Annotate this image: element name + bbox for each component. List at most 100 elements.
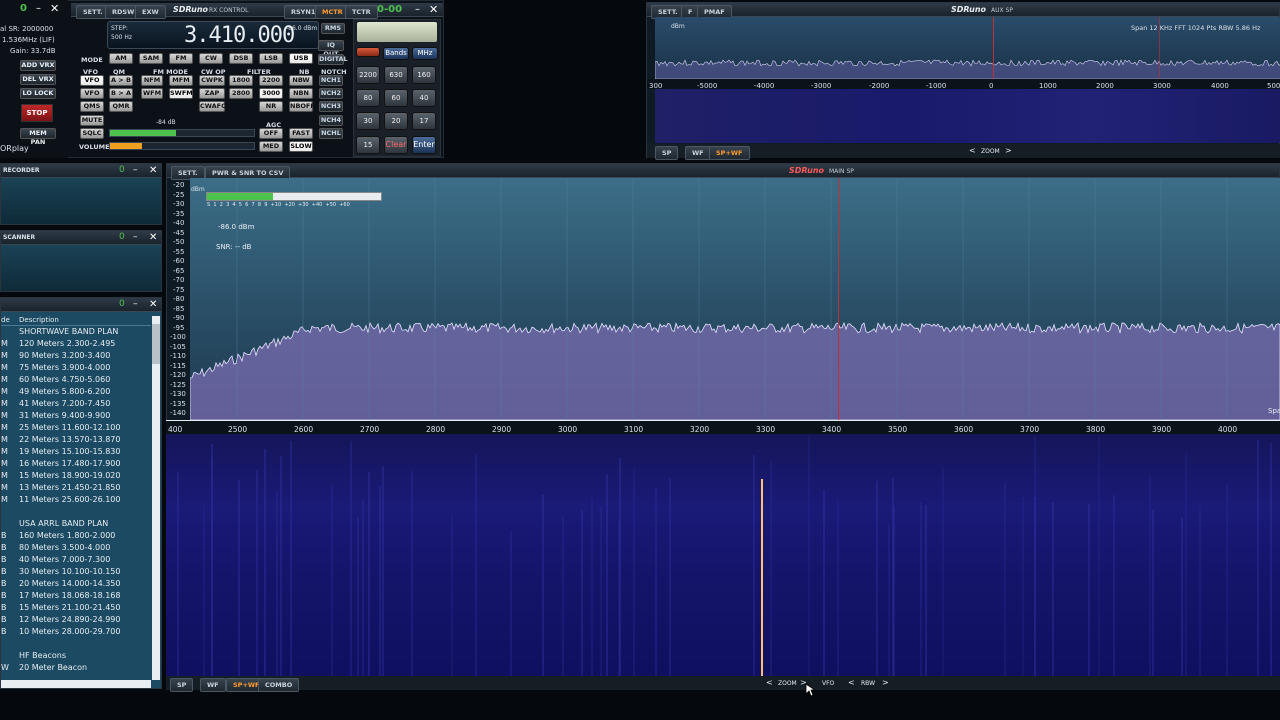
list-item[interactable]: M 120 Meters 2.300-2.495 xyxy=(1,338,151,350)
close-icon[interactable]: ✕ xyxy=(429,3,438,16)
mode-cw[interactable]: CW xyxy=(199,53,223,64)
agc-med-button[interactable]: MED xyxy=(259,141,283,152)
link-icon-memory[interactable]: 0 xyxy=(119,299,125,309)
aux-tab-wf[interactable]: WF xyxy=(685,146,711,160)
aux-zoom-right-icon[interactable]: > xyxy=(1005,146,1012,155)
zap-button[interactable]: ZAP xyxy=(199,88,225,99)
tab-tctr[interactable]: TCTR xyxy=(345,5,378,19)
list-item[interactable] xyxy=(1,506,151,518)
minimize-icon[interactable]: – xyxy=(415,4,420,15)
col-description[interactable]: Description xyxy=(19,316,59,324)
aux-zoom-left-icon[interactable]: < xyxy=(969,146,976,155)
sqlc-slider[interactable] xyxy=(109,129,255,137)
a-to-b-button[interactable]: A > B xyxy=(109,75,133,86)
sqlc-button[interactable]: SQLC xyxy=(80,128,104,139)
nbn-button[interactable]: NBN xyxy=(289,88,313,99)
tab-exw[interactable]: EXW xyxy=(135,5,166,19)
list-item[interactable] xyxy=(1,638,151,650)
agc-slow-button[interactable]: SLOW xyxy=(289,141,313,152)
memory-scrollbar[interactable] xyxy=(152,316,160,680)
agc-fast-button[interactable]: FAST xyxy=(289,128,313,139)
enter-button[interactable]: Enter xyxy=(412,136,436,154)
link-icon-scanner[interactable]: 0 xyxy=(119,232,125,242)
del-vrx-button[interactable]: DEL VRX xyxy=(20,74,56,85)
nboff-button[interactable]: NBOFF xyxy=(289,101,315,112)
list-item[interactable]: B 80 Meters 3.500-4.000 xyxy=(1,542,151,554)
nbw-button[interactable]: NBW xyxy=(289,75,313,86)
list-item[interactable]: B 160 Meters 1.800-2.000 xyxy=(1,530,151,542)
vfo-marker[interactable] xyxy=(838,178,839,420)
step-value[interactable]: 500 Hz xyxy=(111,34,132,41)
list-item[interactable]: B 10 Meters 28.000-29.700 xyxy=(1,626,151,638)
minimize-icon-recorder[interactable]: – xyxy=(133,165,138,175)
minimize-icon-main[interactable]: – xyxy=(36,3,41,14)
list-item[interactable]: B 30 Meters 10.100-10.150 xyxy=(1,566,151,578)
list-item[interactable]: M 75 Meters 3.900-4.000 xyxy=(1,362,151,374)
link-icon-main[interactable]: 0 xyxy=(20,3,27,14)
key-60[interactable]: 60 xyxy=(384,89,408,107)
key-40[interactable]: 40 xyxy=(412,89,436,107)
nr-button[interactable]: NR xyxy=(259,101,283,112)
mute-button[interactable]: MUTE xyxy=(80,115,104,126)
rbw-right-icon[interactable]: > xyxy=(882,678,889,687)
aux-tab-sp[interactable]: SP xyxy=(655,146,679,160)
vfo-a-button[interactable]: VFO A xyxy=(80,75,104,93)
nfm-button[interactable]: NFM xyxy=(141,75,163,86)
close-icon-memory[interactable]: ✕ xyxy=(149,299,157,310)
mode-fm[interactable]: FM xyxy=(169,53,193,64)
volume-slider[interactable] xyxy=(109,142,255,150)
list-item[interactable]: M 49 Meters 5.800-6.200 xyxy=(1,386,151,398)
key-15[interactable]: 15 xyxy=(356,136,380,154)
bands-button[interactable]: Bands xyxy=(383,47,409,60)
b-to-a-button[interactable]: B > A xyxy=(109,88,133,99)
list-item[interactable]: B 15 Meters 21.100-21.450 xyxy=(1,602,151,614)
close-icon-scanner[interactable]: ✕ xyxy=(149,232,157,243)
mode-sam[interactable]: SAM xyxy=(139,53,163,64)
mfm-button[interactable]: MFM xyxy=(169,75,193,86)
swfm-button[interactable]: SWFM xyxy=(169,88,193,99)
clear-button[interactable]: Clear xyxy=(384,136,408,154)
qms-button[interactable]: QMS xyxy=(80,101,104,112)
key-80[interactable]: 80 xyxy=(356,89,380,107)
lo-lock-button[interactable]: LO LOCK xyxy=(20,88,56,99)
main-tab-wf[interactable]: WF xyxy=(200,678,226,692)
key-2200[interactable]: 2200 xyxy=(356,66,380,84)
filter-2800-button[interactable]: 2800 xyxy=(229,88,253,99)
cwpk-button[interactable]: CWPK xyxy=(199,75,225,86)
list-item[interactable]: SHORTWAVE BAND PLAN xyxy=(1,326,151,338)
add-vrx-button[interactable]: ADD VRX xyxy=(20,60,56,71)
list-item[interactable]: M 19 Meters 15.100-15.830 xyxy=(1,446,151,458)
aux-tab-spwf[interactable]: SP+WF xyxy=(709,146,750,160)
wfm-button[interactable]: WFM xyxy=(141,88,163,99)
list-item[interactable]: M 11 Meters 25.600-26.100 xyxy=(1,494,151,506)
nch3-button[interactable]: NCH3 xyxy=(319,101,343,112)
list-item[interactable]: HF Beacons xyxy=(1,650,151,662)
mhz-button[interactable]: MHz xyxy=(412,47,438,60)
mem-pan-button[interactable]: MEM PAN xyxy=(20,128,56,146)
list-item[interactable]: M 31 Meters 9.400-9.900 xyxy=(1,410,151,422)
mode-am[interactable]: AM xyxy=(109,53,133,64)
mode-lsb[interactable]: LSB xyxy=(259,53,283,64)
frequency-display[interactable]: STEP: 500 Hz 3.410.000 -86.0 dBm xyxy=(107,21,319,49)
list-item[interactable]: M 25 Meters 11.600-12.100 xyxy=(1,422,151,434)
filter-3000-button[interactable]: 3000 xyxy=(259,88,283,99)
memory-scroll-thumb[interactable] xyxy=(152,324,160,364)
minimize-icon-memory[interactable]: – xyxy=(133,299,138,309)
link-icon[interactable]: 0-00 xyxy=(377,4,402,15)
vfo-b-button[interactable]: VFO B xyxy=(80,88,104,106)
filter-1800-button[interactable]: 1800 xyxy=(229,75,253,86)
main-tab-sp[interactable]: SP xyxy=(170,678,194,692)
col-code[interactable]: de xyxy=(1,316,10,324)
key-630[interactable]: 630 xyxy=(384,66,408,84)
close-icon-recorder[interactable]: ✕ xyxy=(149,165,157,176)
list-item[interactable]: B 17 Meters 18.068-18.168 xyxy=(1,590,151,602)
keypad-red-key[interactable] xyxy=(356,47,380,57)
list-item[interactable]: B 12 Meters 24.890-24.990 xyxy=(1,614,151,626)
list-item[interactable]: M 41 Meters 7.200-7.450 xyxy=(1,398,151,410)
nch4-button[interactable]: NCH4 xyxy=(319,115,343,126)
filter-2200-button[interactable]: 2200 xyxy=(259,75,283,86)
list-item[interactable]: B 20 Meters 14.000-14.350 xyxy=(1,578,151,590)
minimize-icon-scanner[interactable]: – xyxy=(133,232,138,242)
key-30[interactable]: 30 xyxy=(356,112,380,130)
list-item[interactable]: M 16 Meters 17.480-17.900 xyxy=(1,458,151,470)
